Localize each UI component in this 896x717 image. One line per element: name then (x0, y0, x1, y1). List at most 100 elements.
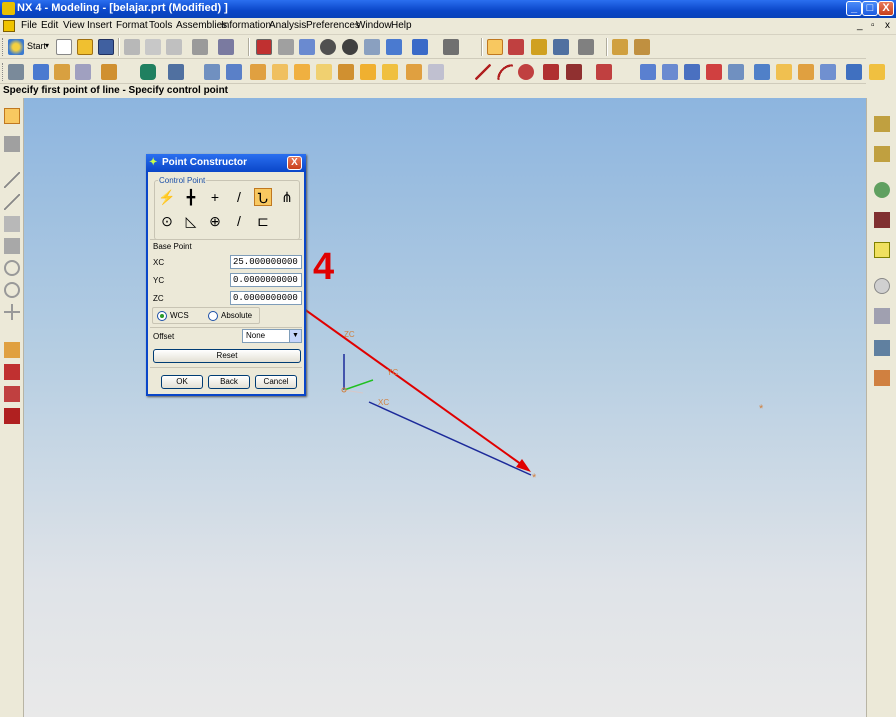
part-navigator-icon[interactable] (874, 146, 890, 162)
shell-icon[interactable] (382, 64, 398, 80)
maximize-button[interactable]: □ (862, 1, 878, 16)
point-on-surface-icon[interactable]: ⊏ (254, 212, 272, 230)
thicken-icon[interactable] (798, 64, 814, 80)
edge-blend-icon[interactable] (338, 64, 354, 80)
menu-insert[interactable]: Insert (87, 20, 112, 31)
quadrant-point-icon[interactable]: ⊕ (206, 212, 224, 230)
boss-icon[interactable] (226, 64, 242, 80)
wcs-icon[interactable] (578, 39, 594, 55)
more-icon[interactable] (869, 64, 885, 80)
sew-icon[interactable] (820, 64, 836, 80)
history-icon[interactable] (874, 278, 890, 294)
offset-select[interactable]: None ▼ (242, 329, 302, 343)
groove-icon[interactable] (316, 64, 332, 80)
minimize-button[interactable]: _ (846, 1, 862, 16)
menu-file[interactable]: File (21, 20, 37, 31)
doc-restore-button[interactable]: ▫ (871, 20, 875, 31)
surface-icon[interactable] (640, 64, 656, 80)
dialog-close-button[interactable]: X (287, 156, 302, 170)
line-2-icon[interactable] (4, 194, 20, 210)
spline-icon[interactable] (566, 64, 582, 80)
training-icon[interactable] (874, 212, 890, 228)
reset-button[interactable]: Reset (153, 349, 301, 363)
divide-curve-icon[interactable] (4, 386, 20, 402)
inferred-point-icon[interactable]: ⚡ (158, 188, 176, 206)
cut-icon[interactable] (124, 39, 140, 55)
end-point-icon[interactable]: / (230, 188, 248, 206)
angle-on-arc-icon[interactable]: ◺ (182, 212, 200, 230)
xc-input[interactable]: 25.000000000 (230, 255, 302, 269)
point-marker[interactable]: * (532, 472, 537, 484)
system-materials-icon[interactable] (874, 308, 890, 324)
fillet-curve-icon[interactable] (4, 238, 20, 254)
help-icon[interactable] (874, 242, 890, 258)
process-studio-icon[interactable] (874, 340, 890, 356)
menu-window[interactable]: Window (356, 20, 392, 31)
intersection-point-icon[interactable]: ⋔ (278, 188, 296, 206)
cursor-location-icon[interactable]: ╋ (182, 188, 200, 206)
offset-curve-icon[interactable] (596, 64, 612, 80)
measure-angle-icon[interactable] (634, 39, 650, 55)
menu-assemblies[interactable]: Assemblies (176, 20, 227, 31)
cross-point-icon[interactable] (4, 304, 20, 320)
orient-view-icon[interactable] (386, 39, 402, 55)
yc-input[interactable]: 0.0000000000 (230, 273, 302, 287)
snap-point-icon[interactable] (531, 39, 547, 55)
existing-point-icon[interactable]: + (206, 188, 224, 206)
doc-close-button[interactable]: x (885, 20, 890, 31)
zoom-in-out-icon[interactable] (320, 39, 336, 55)
rotate-icon[interactable] (342, 39, 358, 55)
hole-icon[interactable] (204, 64, 220, 80)
copy-icon[interactable] (145, 39, 161, 55)
slot-icon[interactable] (294, 64, 310, 80)
menu-tools[interactable]: Tools (149, 20, 172, 31)
through-curves-icon[interactable] (684, 64, 700, 80)
control-point-icon[interactable]: Ն (254, 188, 272, 206)
selection-icon[interactable] (487, 39, 503, 55)
circle-large-icon[interactable] (4, 282, 20, 298)
extrude-icon[interactable] (33, 64, 49, 80)
point-icon[interactable] (4, 108, 20, 124)
doc-minimize-button[interactable]: _ (857, 20, 863, 31)
paste-icon[interactable] (166, 39, 182, 55)
new-file-icon[interactable] (56, 39, 72, 55)
point-on-curve-icon[interactable]: / (230, 212, 248, 230)
cancel-button[interactable]: Cancel (255, 375, 297, 389)
menu-edit[interactable]: Edit (41, 20, 58, 31)
start-dropdown-arrow[interactable]: ▾ (45, 41, 49, 50)
fit-icon[interactable] (256, 39, 272, 55)
arc-curve-icon[interactable] (4, 216, 20, 232)
circle-small-icon[interactable] (4, 260, 20, 276)
undo-icon[interactable] (192, 39, 208, 55)
save-icon[interactable] (98, 39, 114, 55)
zc-input[interactable]: 0.0000000000 (230, 291, 302, 305)
measure-distance-icon[interactable] (612, 39, 628, 55)
menu-view[interactable]: View (63, 20, 85, 31)
point-marker-far[interactable]: * (759, 403, 764, 415)
bounded-plane-icon[interactable] (728, 64, 744, 80)
menu-help[interactable]: Help (391, 20, 412, 31)
edit-curve-icon[interactable] (4, 342, 20, 358)
revolve-icon[interactable] (54, 64, 70, 80)
document-icon[interactable] (3, 20, 15, 32)
pad-icon[interactable] (272, 64, 288, 80)
ruled-icon[interactable] (706, 64, 722, 80)
unite-icon[interactable] (406, 64, 422, 80)
arc-center-icon[interactable]: ⊙ (158, 212, 176, 230)
zoom-icon[interactable] (299, 39, 315, 55)
circle-icon[interactable] (518, 64, 534, 80)
chevron-down-icon[interactable]: ▼ (289, 330, 301, 342)
cylinder-icon[interactable] (168, 64, 184, 80)
web-browser-icon[interactable] (874, 182, 890, 198)
sketch-icon[interactable] (8, 64, 24, 80)
open-folder-icon[interactable] (77, 39, 93, 55)
assembly-navigator-icon[interactable] (874, 116, 890, 132)
trimmed-sheet-icon[interactable] (754, 64, 770, 80)
menu-preferences[interactable]: Preferences (306, 20, 360, 31)
curve-icon[interactable] (543, 64, 559, 80)
point-set-icon[interactable] (4, 136, 20, 152)
face-blend-icon[interactable] (846, 64, 862, 80)
subtract-icon[interactable] (428, 64, 444, 80)
start-label[interactable]: Start (27, 41, 46, 51)
menu-format[interactable]: Format (116, 20, 148, 31)
